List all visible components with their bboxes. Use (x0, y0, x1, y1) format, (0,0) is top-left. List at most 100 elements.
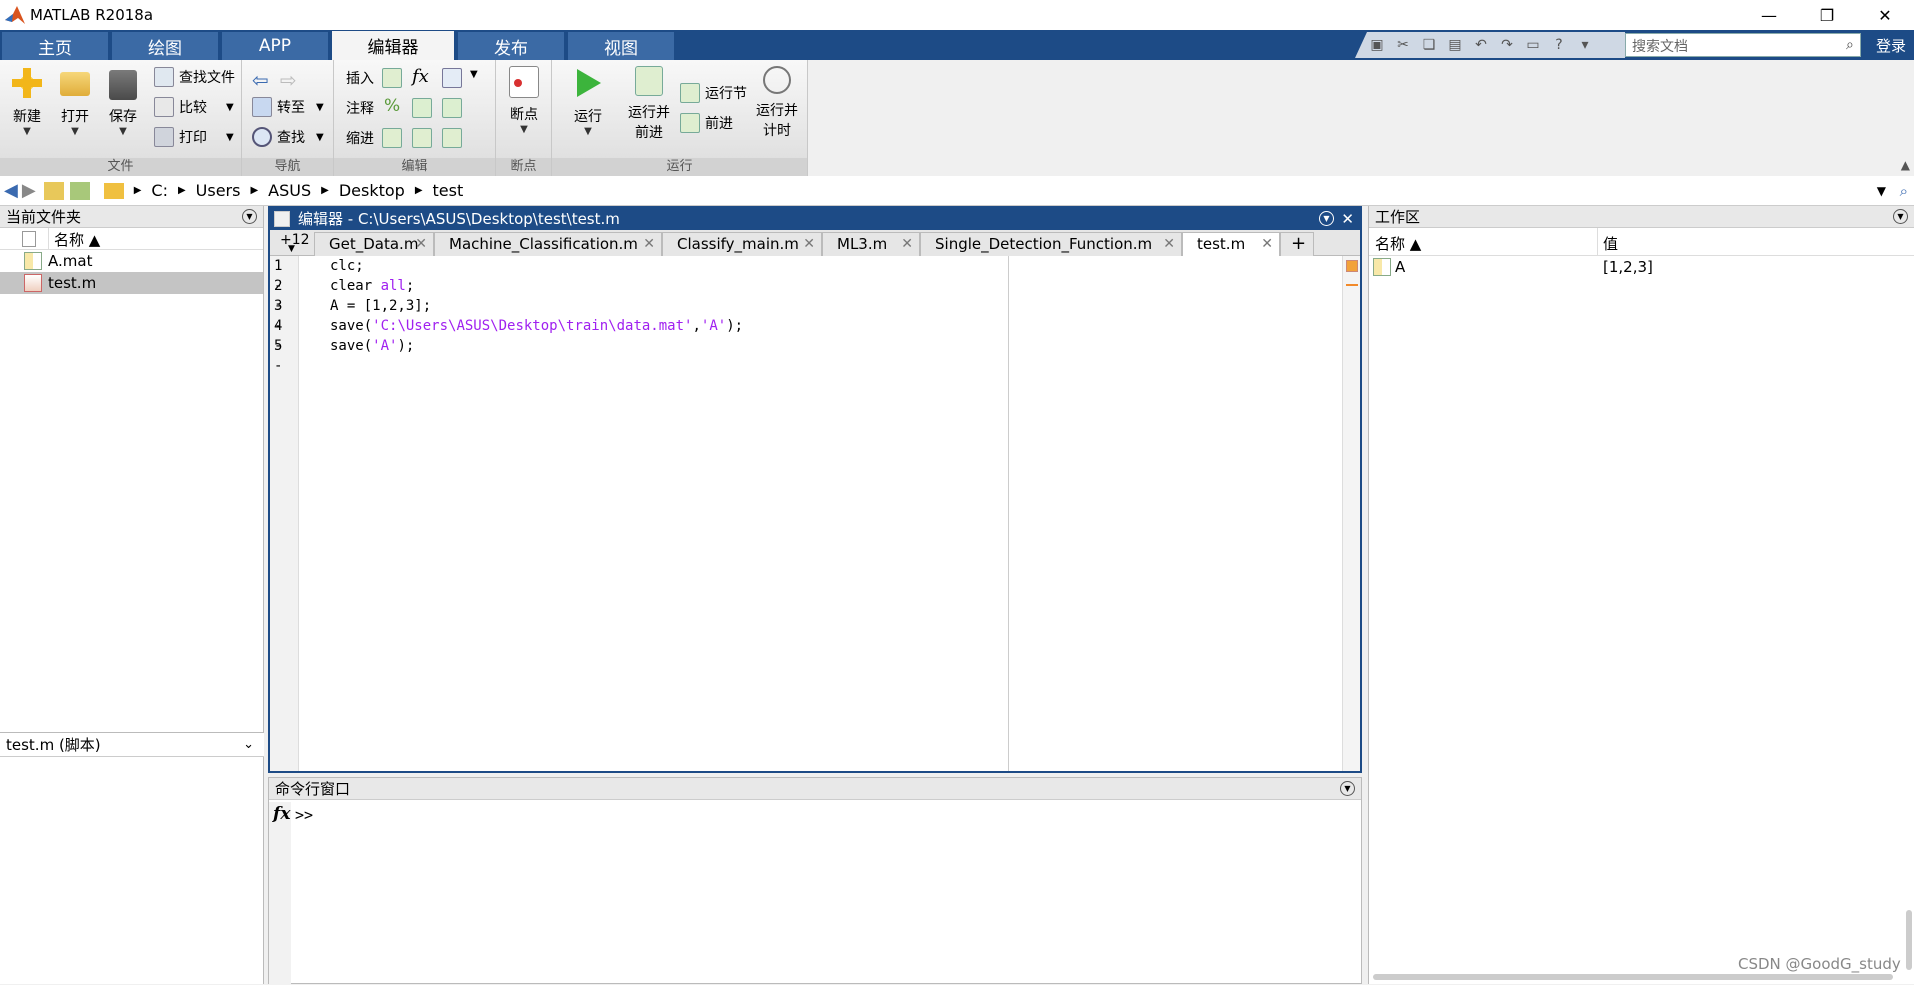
fx-function-browser-icon[interactable]: fx (273, 804, 290, 824)
column-header-value[interactable]: 值 (1603, 233, 1618, 254)
help-icon[interactable]: ? (1549, 35, 1569, 55)
fx-insert-icon[interactable]: fx (412, 66, 429, 87)
save-button[interactable]: 保存 ▼ (99, 66, 147, 137)
new-button[interactable]: 新建 ▼ (3, 66, 51, 137)
panel-menu-icon[interactable]: ▼ (1893, 209, 1908, 224)
code-analyzer-warning-icon[interactable] (1346, 260, 1358, 272)
find-button[interactable]: 查找 ▼ (252, 126, 324, 148)
panel-menu-icon[interactable]: ▼ (1340, 781, 1355, 796)
find-files-button[interactable]: 查找文件 (154, 66, 235, 88)
tab-machine-classification[interactable]: Machine_Classification.m ✕ (434, 232, 662, 256)
close-icon[interactable]: ✕ (1341, 208, 1354, 230)
close-icon[interactable]: ✕ (643, 233, 655, 255)
insert-section-icon[interactable] (382, 68, 402, 88)
column-header-name[interactable]: 名称 ▲ (54, 229, 100, 250)
tab-home[interactable]: 主页 (2, 32, 108, 60)
close-icon[interactable]: ✕ (901, 233, 913, 255)
undo-icon[interactable]: ↶ (1471, 35, 1491, 55)
editor-scrollbar[interactable] (1342, 256, 1360, 771)
run-button[interactable]: 运行 ▼ (564, 66, 612, 137)
breadcrumb-users[interactable]: Users (196, 181, 241, 200)
run-section-button[interactable]: 运行节 (680, 82, 747, 104)
switch-windows-icon[interactable]: ▭ (1523, 35, 1543, 55)
vertical-scrollbar[interactable] (1906, 910, 1912, 970)
redo-icon[interactable]: ↷ (1497, 35, 1517, 55)
paste-icon[interactable]: ▤ (1445, 35, 1465, 55)
tab-apps[interactable]: APP (222, 32, 328, 60)
search-icon[interactable]: ⌕ (1846, 37, 1854, 53)
advance-button[interactable]: 前进 (680, 112, 733, 134)
cut-icon[interactable]: ✂ (1393, 35, 1413, 55)
increase-indent-icon[interactable] (412, 128, 432, 148)
new-plus-icon (10, 66, 44, 100)
code-area[interactable]: 1 - 2 - 3 - 4 - 5 - clc; clear all; A = … (270, 256, 1360, 771)
open-button[interactable]: 打开 ▼ (51, 66, 99, 137)
search-input[interactable]: 搜索文档 (1625, 33, 1861, 57)
panel-menu-icon[interactable]: ▼ (242, 209, 257, 224)
command-prompt[interactable]: >> (295, 806, 313, 824)
breadcrumb-asus[interactable]: ASUS (268, 181, 311, 200)
column-header-name[interactable]: 名称 ▲ (1375, 233, 1421, 254)
back-arrow-icon[interactable]: ⇦ (252, 68, 269, 92)
editor-menu-icon[interactable]: ▼ (1319, 211, 1334, 226)
search-icon[interactable]: ⌕ (1900, 182, 1908, 200)
login-link[interactable]: 登录 (1876, 35, 1906, 56)
forward-arrow-icon[interactable]: ▶ (22, 180, 36, 201)
chevron-down-icon[interactable]: ▾ (1575, 35, 1595, 55)
workspace-var-row[interactable]: A [1,2,3] (1369, 256, 1914, 280)
tab-plots[interactable]: 绘图 (112, 32, 218, 60)
wrap-comments-icon[interactable] (412, 98, 432, 118)
close-icon[interactable]: ✕ (803, 233, 815, 255)
horizontal-scrollbar[interactable] (1373, 974, 1893, 980)
back-arrow-icon[interactable]: ◀ (4, 180, 18, 201)
details-header[interactable]: test.m (脚本) ⌄ (0, 733, 264, 757)
tab-publish[interactable]: 发布 (458, 32, 564, 60)
run-and-advance-button[interactable]: 运行并 前进 (622, 66, 676, 142)
tab-editor[interactable]: 编辑器 (332, 31, 454, 60)
floppy-save-icon (109, 70, 137, 100)
percent-comment-icon[interactable]: % (384, 96, 400, 116)
chevron-down-icon[interactable]: ▼ (470, 69, 478, 80)
uncomment-icon[interactable] (442, 98, 462, 118)
run-and-time-button[interactable]: 运行并 计时 (752, 66, 802, 140)
close-icon[interactable]: ✕ (1163, 233, 1175, 255)
smart-indent-icon[interactable] (382, 128, 402, 148)
chevron-down-icon[interactable]: ⌄ (243, 733, 254, 757)
tab-get-data[interactable]: Get_Data.m ✕ (314, 232, 434, 256)
close-icon[interactable]: ✕ (415, 233, 427, 255)
collapse-ribbon-icon[interactable]: ▲ (1901, 158, 1910, 172)
compare-button[interactable]: 比较 ▼ (154, 96, 234, 118)
workspace-table-header: 名称 ▲ 值 (1369, 228, 1914, 256)
browse-folder-icon[interactable] (69, 181, 90, 200)
code-line: clc; (330, 258, 364, 274)
tab-test-m[interactable]: test.m ✕ (1182, 232, 1280, 256)
tab-ml3[interactable]: ML3.m ✕ (822, 232, 920, 256)
warning-marker[interactable] (1346, 284, 1358, 286)
file-row-a-mat[interactable]: A.mat (0, 250, 263, 272)
tab-single-detection-function[interactable]: Single_Detection_Function.m ✕ (920, 232, 1182, 256)
decrease-indent-icon[interactable] (442, 128, 462, 148)
breadcrumb-sep-icon: ▶ (414, 185, 423, 196)
minimize-button[interactable]: — (1740, 0, 1798, 30)
copy-icon[interactable]: ❏ (1419, 35, 1439, 55)
new-tab-button[interactable]: + (1280, 232, 1314, 256)
close-button[interactable]: ✕ (1856, 0, 1914, 30)
ribbon-group-label: 文件 (0, 158, 241, 176)
close-icon[interactable]: ✕ (1261, 233, 1273, 255)
save-icon[interactable]: ▣ (1367, 35, 1387, 55)
chevron-down-icon[interactable]: ▼ (288, 244, 295, 254)
forward-arrow-icon[interactable]: ⇨ (280, 68, 297, 92)
breadcrumb-test[interactable]: test (433, 181, 464, 200)
insert-function-icon[interactable] (442, 68, 462, 88)
maximize-button[interactable]: ❐ (1798, 0, 1856, 30)
tab-classify-main[interactable]: Classify_main.m ✕ (662, 232, 822, 256)
print-button[interactable]: 打印 ▼ (154, 126, 234, 148)
file-row-test-m[interactable]: test.m (0, 272, 263, 294)
goto-button[interactable]: 转至 ▼ (252, 96, 324, 118)
breakpoints-button[interactable]: 断点 ▼ (500, 66, 548, 135)
chevron-down-icon[interactable]: ▼ (1877, 184, 1886, 198)
breadcrumb-c[interactable]: C: (151, 181, 168, 200)
tab-view[interactable]: 视图 (568, 32, 674, 60)
breadcrumb-desktop[interactable]: Desktop (339, 181, 405, 200)
up-folder-icon[interactable] (43, 181, 64, 200)
